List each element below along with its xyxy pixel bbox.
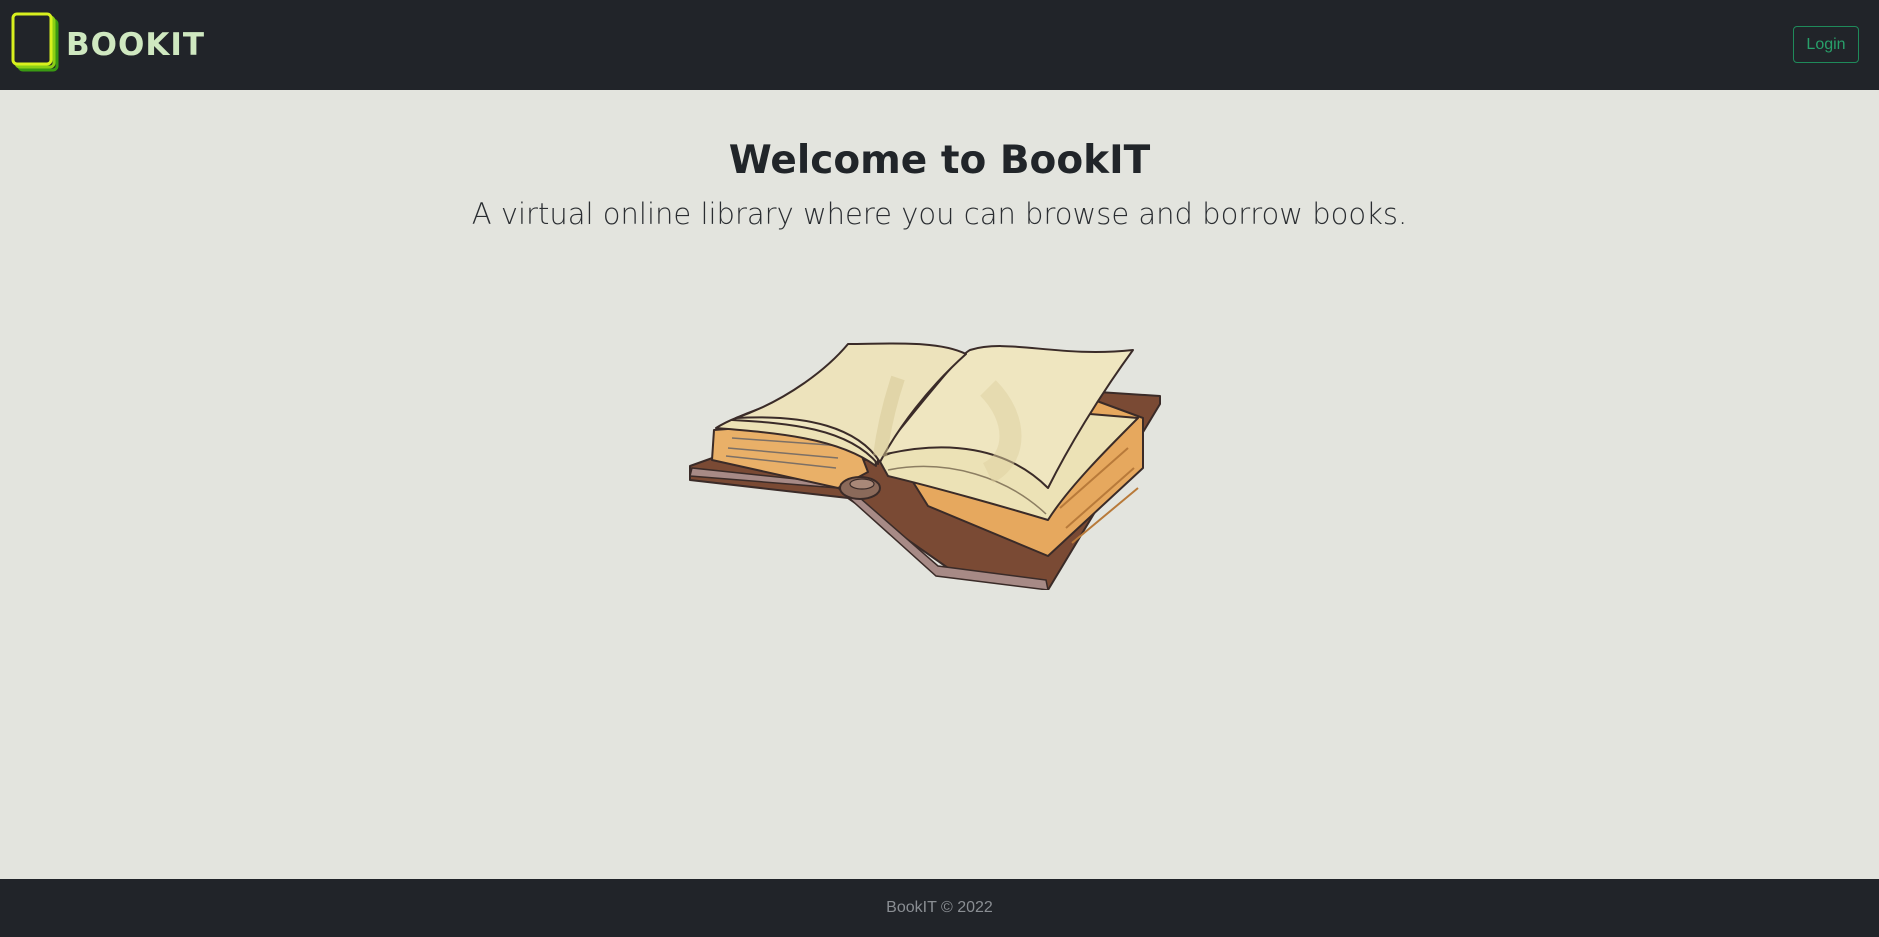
footer-copyright: BookIT © 2022 xyxy=(886,899,993,916)
hero-section: Welcome to BookIT A virtual online libra… xyxy=(0,90,1879,232)
brand-link[interactable]: BOOKIT xyxy=(10,12,205,76)
open-book-illustration xyxy=(689,342,1161,590)
footer: BookIT © 2022 xyxy=(0,879,1879,937)
login-button[interactable]: Login xyxy=(1793,26,1859,63)
page-title: Welcome to BookIT xyxy=(728,138,1151,183)
brand-name: BOOKIT xyxy=(66,27,206,63)
stacked-books-icon xyxy=(11,12,59,72)
page-subtitle: A virtual online library where you can b… xyxy=(471,196,1408,231)
navbar: BOOKIT Login xyxy=(0,0,1879,90)
